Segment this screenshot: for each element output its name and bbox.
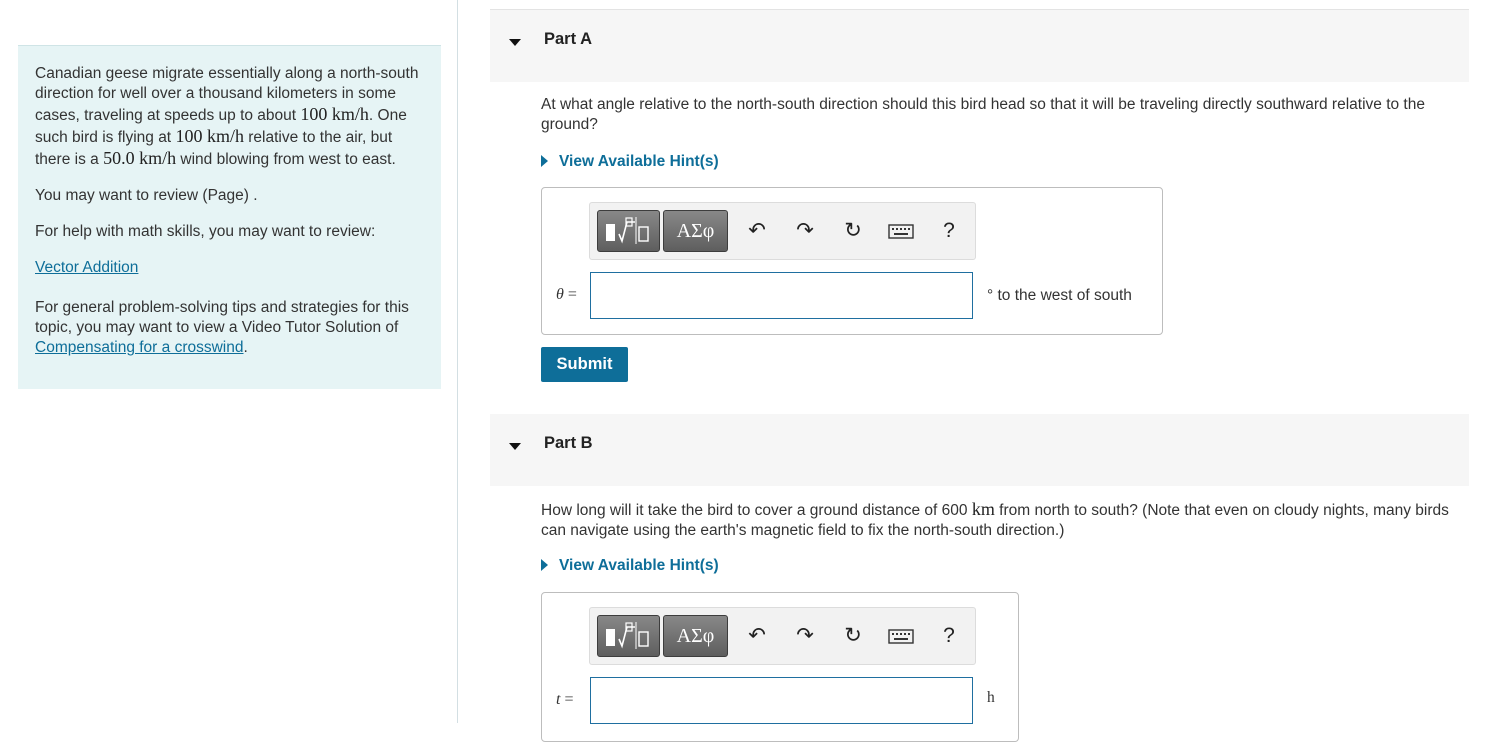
part-a-answer-box: ΑΣφ ↶ ↷ ↻ ? θ = ° to the west of south (541, 187, 1163, 335)
reset-icon[interactable]: ↻ (839, 622, 867, 650)
submit-button[interactable]: Submit (541, 347, 628, 382)
keyboard-icon[interactable] (887, 622, 915, 650)
t-unit-label: h (987, 689, 995, 706)
panel-divider (457, 0, 458, 723)
problem-intro-panel: Canadian geese migrate essentially along… (18, 45, 441, 389)
math-help-text: For help with math skills, you may want … (35, 223, 376, 240)
redo-icon[interactable]: ↷ (791, 622, 819, 650)
math-toolbar: ΑΣφ ↶ ↷ ↻ ? (589, 202, 976, 260)
collapse-triangle-icon[interactable] (509, 443, 521, 450)
collapse-triangle-icon[interactable] (509, 39, 521, 46)
theta-answer-input[interactable] (590, 272, 973, 319)
greek-symbols-button[interactable]: ΑΣφ (663, 615, 728, 657)
part-b-title: Part B (544, 434, 593, 452)
t-answer-input[interactable] (590, 677, 973, 724)
speed-2: 100 km/h (175, 126, 244, 146)
part-b-header[interactable]: Part B (490, 414, 1469, 486)
templates-button[interactable] (597, 210, 660, 252)
templates-button[interactable] (597, 615, 660, 657)
problem-statement: Canadian geese migrate essentially along… (35, 65, 419, 168)
part-b-question: How long will it take the bird to cover … (541, 499, 1449, 539)
part-a-question: At what angle relative to the north-sout… (541, 96, 1425, 133)
fraction-root-icon (606, 622, 649, 649)
review-page-text: You may want to review (Page) . (35, 187, 258, 204)
reset-icon[interactable]: ↻ (839, 217, 867, 245)
theta-unit-label: ° to the west of south (987, 287, 1132, 304)
undo-icon[interactable]: ↶ (743, 622, 771, 650)
video-tutor-text: For general problem-solving tips and str… (35, 299, 409, 356)
help-button[interactable]: ? (935, 622, 963, 650)
redo-icon[interactable]: ↷ (791, 217, 819, 245)
speed-1: 100 km/h (300, 104, 369, 124)
expand-triangle-icon (541, 559, 548, 571)
crosswind-video-link[interactable]: Compensating for a crosswind (35, 339, 244, 356)
greek-symbols-button[interactable]: ΑΣφ (663, 210, 728, 252)
keyboard-icon[interactable] (887, 217, 915, 245)
theta-label: θ = (556, 286, 577, 303)
part-b-hints-toggle[interactable]: View Available Hint(s) (541, 557, 719, 575)
part-b-answer-box: ΑΣφ ↶ ↷ ↻ ? t = h (541, 592, 1019, 742)
math-toolbar: ΑΣφ ↶ ↷ ↻ ? (589, 607, 976, 665)
fraction-root-icon (606, 217, 649, 244)
part-a-title: Part A (544, 30, 592, 48)
part-a-hints-toggle[interactable]: View Available Hint(s) (541, 153, 719, 171)
vector-addition-link[interactable]: Vector Addition (35, 259, 138, 276)
expand-triangle-icon (541, 155, 548, 167)
undo-icon[interactable]: ↶ (743, 217, 771, 245)
part-a-header[interactable]: Part A (490, 10, 1469, 82)
t-label: t = (556, 691, 574, 708)
help-button[interactable]: ? (935, 217, 963, 245)
wind-speed: 50.0 km/h (103, 148, 177, 168)
